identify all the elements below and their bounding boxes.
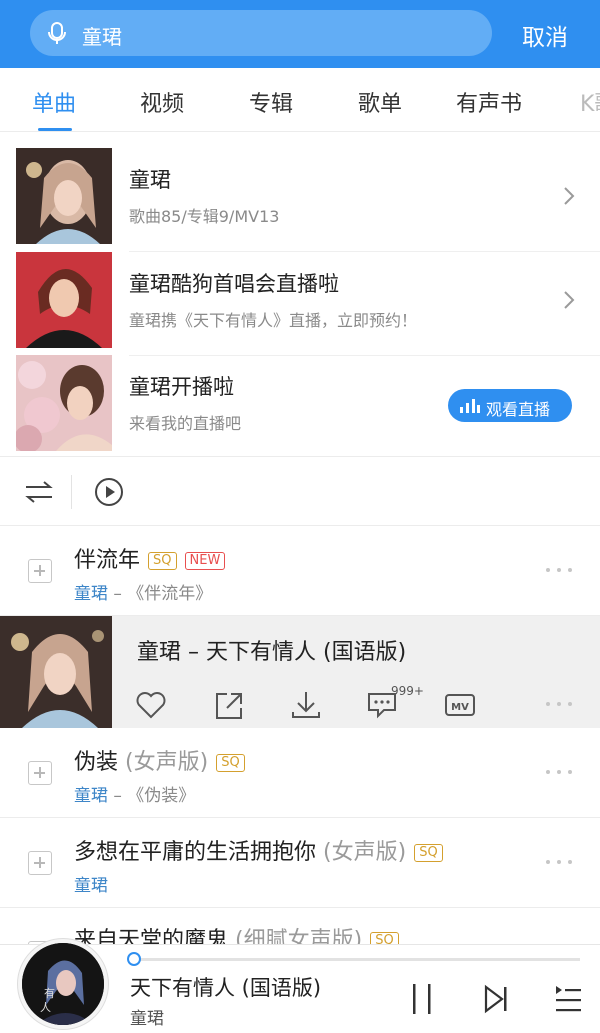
song-artist: 童珺 – 《伪装》 <box>74 781 195 806</box>
cancel-button[interactable]: 取消 <box>522 18 568 52</box>
tab-album[interactable]: 专辑 <box>249 86 293 118</box>
song-title: 多想在平庸的生活拥抱你 (女声版) SQ <box>74 834 443 866</box>
song-title: 伴流年 SQ NEW <box>74 542 226 574</box>
song-row[interactable]: 多想在平庸的生活拥抱你 (女声版) SQ 童珺 <box>0 818 600 908</box>
song-artist: 童珺 – 《伴流年》 <box>74 579 212 604</box>
stream-photo <box>16 355 112 451</box>
share-icon[interactable] <box>213 690 245 720</box>
card-title: 童珺开播啦 <box>129 375 234 399</box>
expanded-song-title: 童珺 – 天下有情人 (国语版) <box>137 640 407 665</box>
toolbar-divider <box>71 475 72 509</box>
event-photo <box>16 252 112 348</box>
tab-audiobook[interactable]: 有声书 <box>456 86 522 118</box>
active-tab-indicator <box>38 128 72 131</box>
more-options-icon[interactable] <box>546 568 572 574</box>
now-playing-cover[interactable]: 有 人 <box>18 939 108 1029</box>
pause-icon[interactable] <box>410 983 434 1015</box>
heart-icon[interactable] <box>135 690 167 720</box>
play-all-icon[interactable] <box>94 477 124 507</box>
more-options-icon[interactable] <box>546 702 572 708</box>
song-row[interactable]: 伴流年 SQ NEW 童珺 – 《伴流年》 <box>0 526 600 616</box>
card-subtitle: 童珺携《天下有情人》直播，立即预约！ <box>129 311 418 330</box>
tab-video[interactable]: 视频 <box>140 86 184 118</box>
artist-name[interactable]: 童珺 <box>74 584 108 604</box>
card-subtitle: 歌曲85/专辑9/MV13 <box>129 207 280 226</box>
song-cover <box>0 616 112 728</box>
chevron-right-icon <box>564 187 575 205</box>
more-options-icon[interactable] <box>546 860 572 866</box>
artist-name[interactable]: 童珺 <box>74 876 108 896</box>
expanded-song-row[interactable]: 童珺 – 天下有情人 (国语版) 999+ MV <box>0 616 600 728</box>
search-header: 童珺 取消 <box>0 0 600 68</box>
playlist-queue-icon[interactable] <box>554 983 582 1015</box>
playback-progress[interactable] <box>134 958 580 961</box>
tab-single[interactable]: 单曲 <box>32 86 76 118</box>
comment-count: 999+ <box>391 684 424 698</box>
sq-badge: SQ <box>414 844 443 862</box>
live-stream-card[interactable]: 童珺开播啦 来看我的直播吧 观看直播 <box>0 355 600 459</box>
watch-live-label: 观看直播 <box>486 400 551 419</box>
new-badge: NEW <box>184 552 226 570</box>
song-version-note: (女声版) <box>118 750 209 775</box>
tab-playlist[interactable]: 歌单 <box>358 86 402 118</box>
song-version-note: (女声版) <box>316 840 407 865</box>
song-artist: 童珺 <box>74 871 108 896</box>
album-name: – 《伴流年》 <box>108 584 213 604</box>
now-playing-title: 天下有情人 (国语版) <box>130 976 322 1000</box>
card-title: 童珺 <box>129 168 171 192</box>
artist-photo <box>16 148 112 244</box>
mv-icon[interactable]: MV <box>444 690 476 720</box>
search-query[interactable]: 童珺 <box>82 21 122 50</box>
artist-name[interactable]: 童珺 <box>74 786 108 806</box>
artist-card[interactable]: 童珺 歌曲85/专辑9/MV13 <box>0 148 600 252</box>
svg-text:人: 人 <box>40 1001 51 1014</box>
progress-handle[interactable] <box>127 952 141 966</box>
more-options-icon[interactable] <box>546 770 572 776</box>
song-list-toolbar <box>0 456 600 526</box>
add-to-playlist-icon[interactable] <box>28 559 52 583</box>
song-title-text: 伴流年 <box>74 548 141 573</box>
sq-badge: SQ <box>216 754 245 772</box>
svg-text:MV: MV <box>451 702 469 713</box>
live-bars-icon <box>460 399 480 413</box>
watch-live-button[interactable]: 观看直播 <box>448 389 572 422</box>
add-to-playlist-icon[interactable] <box>28 761 52 785</box>
sq-badge: SQ <box>148 552 177 570</box>
card-title: 童珺酷狗首唱会直播啦 <box>129 272 339 296</box>
now-playing-artist: 童珺 <box>130 1009 164 1029</box>
card-subtitle: 来看我的直播吧 <box>129 414 242 433</box>
chevron-right-icon <box>564 291 575 309</box>
tab-karaoke[interactable]: K歌 <box>580 86 600 118</box>
voice-search-icon[interactable] <box>44 20 70 46</box>
album-name: – 《伪装》 <box>108 786 196 806</box>
shuffle-icon[interactable] <box>24 479 54 505</box>
next-track-icon[interactable] <box>483 983 509 1015</box>
live-event-card[interactable]: 童珺酷狗首唱会直播啦 童珺携《天下有情人》直播，立即预约！ <box>0 252 600 356</box>
search-tabs: 单曲 视频 专辑 歌单 有声书 K歌 <box>0 68 600 132</box>
search-input[interactable]: 童珺 <box>30 10 492 56</box>
song-row[interactable]: 伪装 (女声版) SQ 童珺 – 《伪装》 <box>0 728 600 818</box>
svg-text:有: 有 <box>44 986 55 1000</box>
mini-player[interactable]: 有 人 天下有情人 (国语版) 童珺 <box>0 939 600 1033</box>
song-title-text: 多想在平庸的生活拥抱你 <box>74 840 317 865</box>
song-title-text: 伪装 <box>74 750 119 775</box>
add-to-playlist-icon[interactable] <box>28 851 52 875</box>
download-icon[interactable] <box>290 690 322 720</box>
song-title: 伪装 (女声版) SQ <box>74 744 245 776</box>
